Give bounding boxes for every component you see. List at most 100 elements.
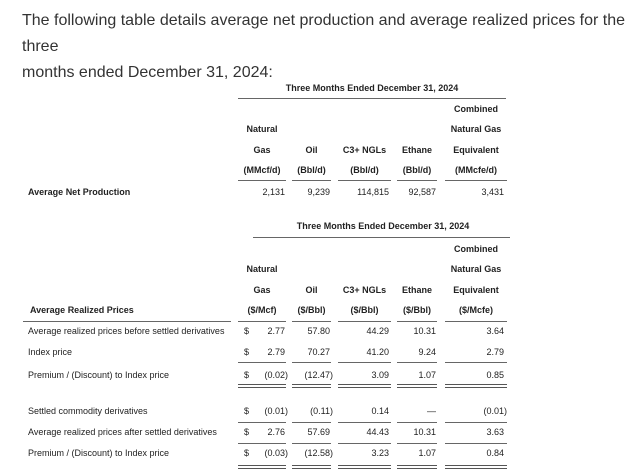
subtotal-rule — [397, 443, 437, 444]
column-header-rule — [292, 321, 331, 322]
total-double-rule — [445, 384, 507, 388]
column-header-rule — [292, 180, 331, 181]
cell-value: 70.27 — [307, 347, 330, 357]
column-header-4: (Bbl/d) — [402, 165, 432, 175]
cell-value: (0.01) — [483, 406, 507, 416]
row-header: Average Realized Prices — [30, 305, 134, 315]
period-header-rule — [253, 237, 510, 238]
cell-value: 3.23 — [371, 448, 389, 458]
column-header-rule — [238, 180, 286, 181]
subtotal-rule — [445, 362, 507, 363]
cell-value: 3.63 — [486, 427, 504, 437]
cell-value: 0.85 — [486, 370, 504, 380]
column-header-5: Equivalent — [453, 144, 499, 155]
cell-value: — — [427, 406, 436, 416]
cell-value: 0.84 — [486, 448, 504, 458]
column-header-rule — [397, 321, 437, 322]
row-header-rule — [23, 321, 231, 322]
subtotal-rule — [445, 422, 507, 423]
column-header-1: Natural — [246, 264, 278, 274]
row-label: Average realized prices after settled de… — [28, 427, 217, 437]
total-double-rule — [238, 384, 286, 388]
total-double-rule — [338, 384, 391, 388]
period-header: Three Months Ended December 31, 2024 — [285, 83, 459, 93]
cell-value: 9.24 — [418, 347, 436, 357]
column-header-1: Natural — [246, 124, 278, 134]
cell-value: 1.07 — [418, 370, 436, 380]
column-header-4: Ethane — [401, 144, 433, 155]
column-header-2: Oil — [305, 144, 318, 155]
column-header-3: C3+ NGLs — [342, 284, 387, 295]
column-header-2: Oil — [305, 284, 318, 295]
column-header-4: Ethane — [401, 284, 433, 295]
row-label: Premium / (Discount) to Index price — [28, 448, 170, 458]
currency-symbol: $ — [244, 370, 250, 380]
subtotal-rule — [238, 422, 286, 423]
currency-symbol: $ — [244, 326, 250, 336]
column-header-5: Natural Gas — [450, 124, 502, 134]
cell-value: (0.03) — [264, 448, 288, 458]
subtotal-rule — [238, 443, 286, 444]
column-header-5: Natural Gas — [450, 264, 502, 274]
cell-value: 57.69 — [307, 427, 330, 437]
column-header-rule — [338, 180, 391, 181]
column-header-rule — [445, 180, 507, 181]
currency-symbol: $ — [244, 448, 250, 458]
subtotal-rule — [292, 443, 331, 444]
subtotal-rule — [292, 362, 331, 363]
currency-symbol: $ — [244, 347, 250, 357]
subtotal-rule — [238, 362, 286, 363]
cell-value: 2.77 — [267, 326, 285, 336]
cell-value: (0.11) — [310, 406, 333, 416]
cell-value: 57.80 — [307, 326, 330, 336]
total-double-rule — [445, 465, 507, 469]
column-header-2: ($/Bbl) — [297, 305, 326, 315]
column-header-3: (Bbl/d) — [350, 165, 379, 175]
column-header-rule — [338, 321, 391, 322]
row-label: Average Net Production — [28, 187, 131, 197]
cell-value: 44.29 — [366, 326, 389, 336]
cell-value: 10.31 — [413, 326, 436, 336]
column-header-1: ($/Mcf) — [247, 305, 277, 315]
cell-value: 41.20 — [366, 347, 389, 357]
total-double-rule — [397, 384, 437, 388]
period-header-rule — [238, 98, 506, 99]
total-double-rule — [397, 465, 437, 469]
subtotal-rule — [397, 362, 437, 363]
cell-value: 44.43 — [366, 427, 389, 437]
cell-value: 3.64 — [486, 326, 504, 336]
column-header-5: ($/Mcfe) — [458, 305, 494, 315]
row-label: Premium / (Discount) to Index price — [28, 370, 170, 380]
cell-value: (12.58) — [304, 448, 333, 458]
cell-value: 2.79 — [486, 347, 504, 357]
cell-value: 9,239 — [307, 187, 330, 197]
currency-symbol: $ — [244, 427, 250, 437]
column-header-3: ($/Bbl) — [350, 305, 379, 315]
period-header: Three Months Ended December 31, 2024 — [296, 221, 470, 231]
column-header-3: C3+ NGLs — [342, 144, 387, 155]
subtotal-rule — [397, 422, 437, 423]
row-label: Index price — [28, 347, 73, 357]
cell-value: 0.14 — [371, 406, 389, 416]
cell-value: 3.09 — [371, 370, 389, 380]
column-header-rule — [397, 180, 437, 181]
row-label: Average realized prices before settled d… — [28, 326, 225, 336]
column-header-2: (Bbl/d) — [297, 165, 326, 175]
column-header-5: Combined — [454, 243, 498, 254]
subtotal-rule — [292, 422, 331, 423]
currency-symbol: $ — [244, 406, 250, 416]
column-header-5: Equivalent — [453, 284, 499, 295]
intro-line-1: The following table details average net … — [22, 12, 626, 55]
column-header-rule — [445, 321, 507, 322]
cell-value: 2.76 — [267, 427, 285, 437]
cell-value: (0.02) — [264, 370, 288, 380]
column-header-5: (MMcfe/d) — [455, 165, 497, 175]
cell-value: 2,131 — [262, 187, 285, 197]
cell-value: 3,431 — [481, 187, 504, 197]
cell-value: 114,815 — [357, 187, 389, 197]
column-header-1: (MMcf/d) — [243, 165, 281, 175]
row-label: Settled commodity derivatives — [28, 406, 148, 416]
cell-value: 92,587 — [408, 187, 436, 197]
column-header-5: Combined — [454, 103, 498, 114]
total-double-rule — [292, 384, 331, 388]
